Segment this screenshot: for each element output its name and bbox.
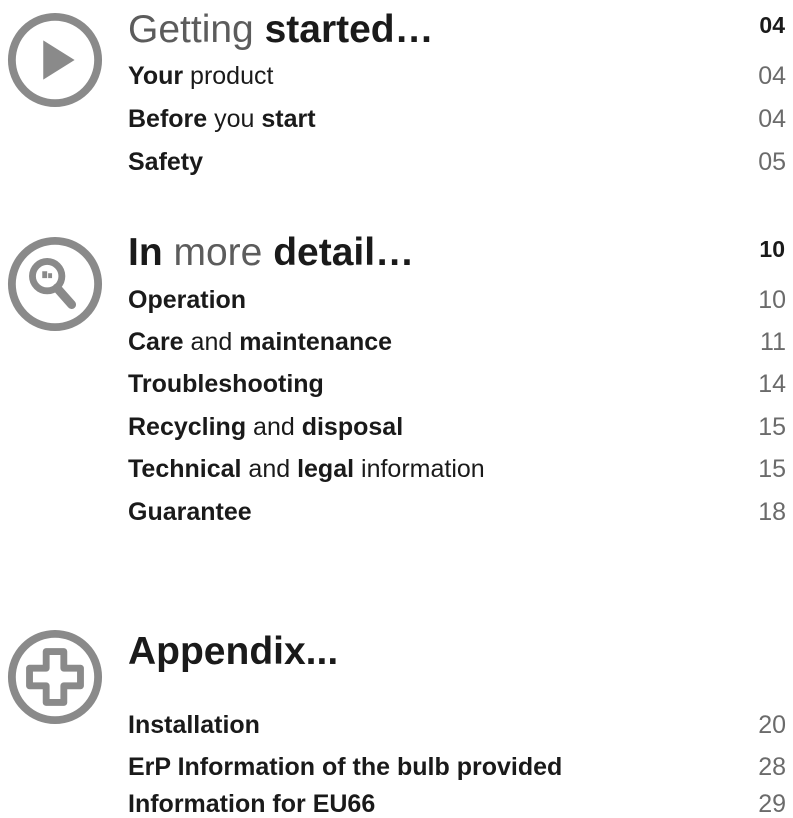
toc-entry[interactable]: Safety xyxy=(128,150,203,175)
entry-text: Operation xyxy=(128,286,247,314)
page-number: 04 xyxy=(758,62,786,90)
heading-page-number: 04 xyxy=(759,12,785,38)
entry-text: and xyxy=(183,328,240,356)
entry-text: Information for EU66 xyxy=(128,790,376,818)
plus-icon xyxy=(6,628,104,726)
section-heading: In more detail… xyxy=(128,233,414,272)
entry-text: start xyxy=(261,105,316,133)
toc-entry[interactable]: Before you start xyxy=(128,107,316,132)
heading-text: Getting xyxy=(128,8,265,51)
page-number: 10 xyxy=(758,286,786,314)
page-number: 29 xyxy=(758,790,786,818)
entry-text: Safety xyxy=(128,148,204,176)
toc-entry[interactable]: Information for EU66 xyxy=(128,792,375,817)
page-number: 20 xyxy=(758,711,786,739)
toc-entry[interactable]: ErP Information of the bulb provided xyxy=(128,755,562,780)
entry-text: you xyxy=(207,105,262,133)
entry-text: product xyxy=(183,62,274,90)
entry-text: maintenance xyxy=(239,328,393,356)
heading-text: In xyxy=(128,231,163,274)
entry-text: legal xyxy=(297,455,355,483)
toc-entry[interactable]: Installation xyxy=(128,713,260,738)
section-heading: Getting started… xyxy=(128,10,434,49)
page-number: 28 xyxy=(758,753,786,781)
toc-entry[interactable]: Care and maintenance xyxy=(128,330,392,355)
heading-text: started… xyxy=(264,8,434,51)
entry-text: and xyxy=(241,455,298,483)
entry-text: Technical xyxy=(128,455,242,483)
page-number: 11 xyxy=(760,328,786,356)
magnifier-icon xyxy=(6,235,104,333)
entry-text: and xyxy=(246,413,302,441)
entry-text: Care xyxy=(128,328,184,356)
entry-text: information xyxy=(354,455,485,483)
toc-entry[interactable]: Your product xyxy=(128,64,273,89)
page-number: 14 xyxy=(758,370,786,398)
toc-entry[interactable]: Guarantee xyxy=(128,500,252,525)
entry-text: ErP Information of the bulb provided xyxy=(128,753,563,781)
heading-page-number: 10 xyxy=(759,236,785,262)
page-number: 15 xyxy=(758,413,786,441)
entry-text: Troubleshooting xyxy=(128,370,324,398)
entry-text: disposal xyxy=(301,413,404,441)
toc-entry[interactable]: Operation xyxy=(128,288,246,313)
entry-text: Installation xyxy=(128,711,260,739)
toc-entry[interactable]: Recycling and disposal xyxy=(128,415,403,440)
page-number: 04 xyxy=(758,105,786,133)
toc-entry[interactable]: Troubleshooting xyxy=(128,372,324,397)
toc-entry[interactable]: Technical and legal information xyxy=(128,457,485,482)
entry-text: Before xyxy=(128,105,208,133)
page-number: 18 xyxy=(758,498,786,526)
heading-text: detail… xyxy=(273,231,415,274)
page-number: 05 xyxy=(758,148,786,176)
play-icon xyxy=(6,11,104,109)
entry-text: Your xyxy=(128,62,184,90)
entry-text: Recycling xyxy=(128,413,247,441)
section-heading: Appendix... xyxy=(128,632,338,671)
page-number: 15 xyxy=(758,455,786,483)
entry-text: Guarantee xyxy=(128,498,252,526)
heading-text: Appendix... xyxy=(128,630,339,673)
heading-text: more xyxy=(162,231,274,274)
